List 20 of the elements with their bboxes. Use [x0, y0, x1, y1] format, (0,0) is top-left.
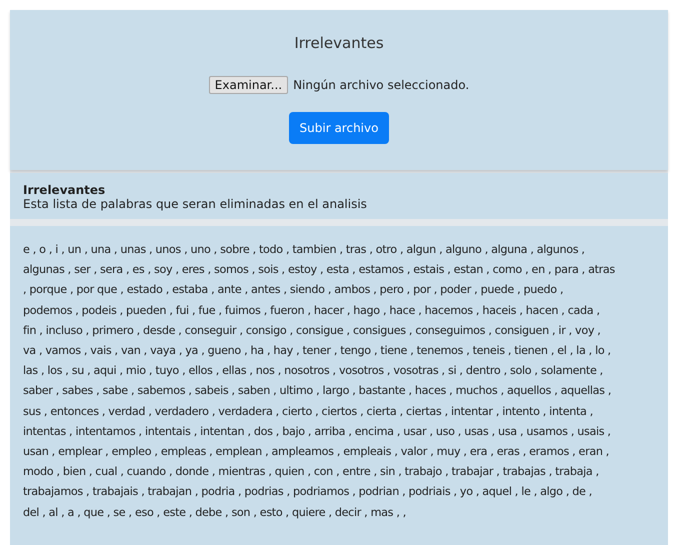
word-list-line: e , o , i , un , una , unas , unos , uno , sobre , todo , tambien , tras , otro , algun , alguno , alguna , algunos , [23, 242, 586, 258]
word-list-line: trabajamos , trabajais , trabajan , podria , podrias , podriamos , podrian , podriais , yo , aquel , le , algo , de , [23, 484, 593, 500]
word-list-line: las , los , su , aqui , mio , tuyo , ellos , ellas , nos , nosotros , vosotros , vosotras , si , dentro , solo , solamente , [23, 363, 604, 380]
upload-button[interactable]: Subir archivo [288, 112, 390, 144]
file-status: Ningún archivo seleccionado. [293, 78, 470, 92]
word-list-line: modo , bien , cual , cuando , donde , mientras , quien , con , entre , sin , trabajo , trabajar , trabajas , trabaja , [23, 464, 600, 480]
word-list-line: intentas , intentamos , intentais , intentan , dos , bajo , arriba , encima , usar , uso , usas , usa , usamos , usais , [23, 424, 612, 440]
word-list-line: algunas , ser , sera , es , soy , eres , somos , sois , estoy , esta , estamos , estais , estan , como , en , para , atras [23, 262, 616, 278]
word-list-line: del , al , a , que , se , eso , este , debe , son , esto , quiere , decir , mas , , [23, 504, 407, 521]
browse-button[interactable]: Examinar... [208, 76, 288, 94]
word-list-line: fin , incluso , primero , desde , conseguir , consigo , consigue , consigues , conseguimos , consiguen , ir , voy , [23, 322, 602, 339]
info-description: Esta lista de palabras que seran eliminadas en el analisis [23, 197, 368, 211]
info-heading: Irrelevantes [23, 183, 106, 197]
word-list-line: sus , entonces , verdad , verdadero , verdadera , cierto , ciertos , cierta , ciertas , intentar , intento , intenta , [23, 404, 594, 420]
word-list-line: saber , sabes , sabe , sabemos , sabeis , saben , ultimo , largo , bastante , haces , muchos , aquellos , aquellas , [23, 383, 612, 400]
word-list-line: va , vamos , vais , van , vaya , ya , gueno , ha , hay , tener , tengo , tiene , tenemos , teneis , tienen , el , la , lo , [23, 343, 612, 360]
word-list-line: , porque , por que , estado , estaba , ante , antes , siendo , ambos , pero , por , poder , puede , puedo , [23, 282, 564, 298]
word-list-line: podemos , podeis , pueden , fui , fue , fuimos , fueron , hacer , hago , hace , hacemos , haceis , hacen , cada , [23, 302, 601, 319]
word-list-line: usan , emplear , empleo , empleas , emplean , ampleamos , empleais , valor , muy , era , eras , eramos , eran , [23, 444, 610, 460]
panel-title: Irrelevantes [294, 34, 384, 52]
